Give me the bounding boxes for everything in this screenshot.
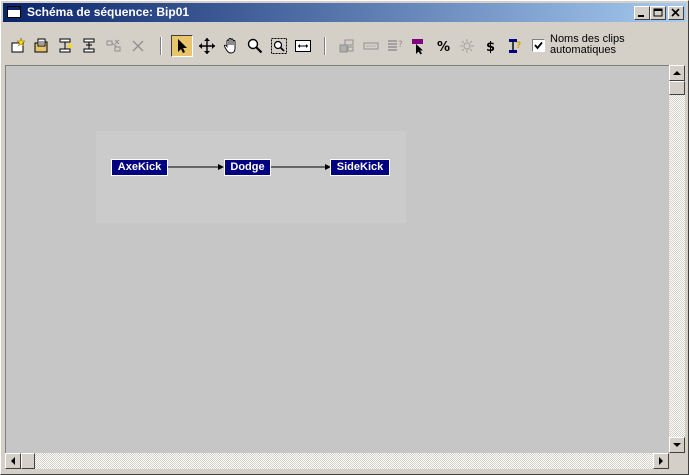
clip-info-icon: ? bbox=[509, 39, 521, 53]
select-button[interactable] bbox=[171, 35, 193, 57]
toolbar: ? % $ ? Noms des clips automatiques bbox=[3, 25, 686, 63]
sequence-schematic-window: Schéma de séquence: Bip01 ? % $ ? Noms d… bbox=[0, 0, 689, 475]
vertical-scroll-thumb[interactable] bbox=[669, 81, 685, 95]
maximize-icon bbox=[653, 8, 663, 17]
insert-clip-icon bbox=[59, 38, 73, 53]
open-folder-icon bbox=[34, 38, 48, 53]
scroll-right-icon bbox=[658, 457, 663, 465]
percent-icon: % bbox=[437, 40, 450, 55]
clip-node-sidekick[interactable]: SideKick bbox=[330, 159, 390, 176]
toolbar-separator bbox=[324, 37, 326, 55]
horizontal-scroll-thumb[interactable] bbox=[21, 453, 35, 469]
load-script-button[interactable] bbox=[31, 35, 53, 57]
maximize-button[interactable] bbox=[650, 6, 666, 20]
scroll-left-button[interactable] bbox=[5, 453, 21, 469]
start-clip-icon bbox=[412, 39, 423, 55]
vertical-scrollbar[interactable] bbox=[669, 65, 685, 453]
scroll-left-icon bbox=[10, 457, 15, 465]
delete-x-icon bbox=[132, 40, 144, 52]
collapse-button[interactable] bbox=[360, 35, 382, 57]
connect-button[interactable] bbox=[103, 35, 125, 57]
move-icon bbox=[199, 38, 215, 54]
auto-clip-names-label[interactable]: Noms des clips automatiques bbox=[550, 34, 660, 56]
svg-text:?: ? bbox=[398, 40, 403, 50]
horizontal-scrollbar[interactable] bbox=[5, 453, 669, 469]
minimize-button[interactable] bbox=[634, 6, 650, 20]
schematic-canvas[interactable]: AxeKick Dodge SideKick bbox=[5, 65, 670, 455]
properties-button[interactable]: ? bbox=[384, 35, 406, 57]
window-icon bbox=[7, 6, 21, 18]
svg-text:?: ? bbox=[516, 41, 521, 51]
scroll-down-icon bbox=[673, 442, 681, 447]
window-title: Schéma de séquence: Bip01 bbox=[27, 5, 190, 19]
insert-transition-button[interactable] bbox=[79, 35, 101, 57]
new-script-button[interactable] bbox=[7, 35, 29, 57]
random-start-icon bbox=[460, 39, 474, 53]
zoom-extents-button[interactable] bbox=[292, 35, 314, 57]
scroll-up-icon bbox=[673, 70, 681, 75]
minimize-icon bbox=[638, 15, 644, 17]
create-multiple-button[interactable] bbox=[336, 35, 358, 57]
set-random-start-button[interactable] bbox=[456, 35, 478, 57]
clip-node-dodge[interactable]: Dodge bbox=[224, 159, 271, 176]
new-script-icon bbox=[11, 37, 26, 53]
toolbar-separator bbox=[160, 37, 162, 55]
pan-hand-icon bbox=[223, 38, 236, 54]
zoom-button[interactable] bbox=[244, 35, 266, 57]
pan-button[interactable] bbox=[220, 35, 242, 57]
scroll-up-button[interactable] bbox=[669, 65, 685, 81]
auto-clip-names-checkbox[interactable] bbox=[532, 39, 545, 52]
zoom-region-button[interactable] bbox=[268, 35, 290, 57]
connect-icon bbox=[106, 39, 121, 52]
zoom-icon bbox=[247, 38, 263, 54]
set-cost-button[interactable]: $ bbox=[480, 35, 502, 57]
auto-clip-names-label-line2: automatiques bbox=[550, 44, 617, 56]
move-button[interactable] bbox=[196, 35, 218, 57]
close-button[interactable] bbox=[668, 6, 684, 20]
show-clip-info-button[interactable]: ? bbox=[504, 35, 526, 57]
scroll-right-button[interactable] bbox=[653, 453, 669, 469]
set-start-clip-button[interactable] bbox=[408, 35, 430, 57]
zoom-extents-icon bbox=[295, 40, 311, 52]
svg-text:%: % bbox=[437, 40, 450, 55]
close-icon bbox=[671, 8, 680, 17]
title-bar[interactable]: Schéma de séquence: Bip01 bbox=[3, 3, 686, 22]
insert-transition-icon bbox=[83, 38, 95, 53]
zoom-region-icon bbox=[271, 38, 287, 54]
clip-node-axekick[interactable]: AxeKick bbox=[111, 159, 168, 176]
dollar-icon: $ bbox=[486, 40, 495, 55]
properties-icon: ? bbox=[388, 40, 403, 51]
random-percentage-button[interactable]: % bbox=[432, 35, 454, 57]
select-arrow-icon bbox=[178, 39, 187, 53]
svg-text:$: $ bbox=[486, 40, 495, 55]
scrollbar-corner bbox=[669, 453, 685, 469]
collapse-icon bbox=[363, 42, 379, 50]
transition-arrows bbox=[168, 164, 331, 170]
scroll-down-button[interactable] bbox=[669, 437, 685, 453]
multiple-icon bbox=[339, 39, 354, 53]
delete-button[interactable] bbox=[127, 35, 149, 57]
checkmark-icon bbox=[534, 41, 543, 50]
insert-clip-button[interactable] bbox=[55, 35, 77, 57]
